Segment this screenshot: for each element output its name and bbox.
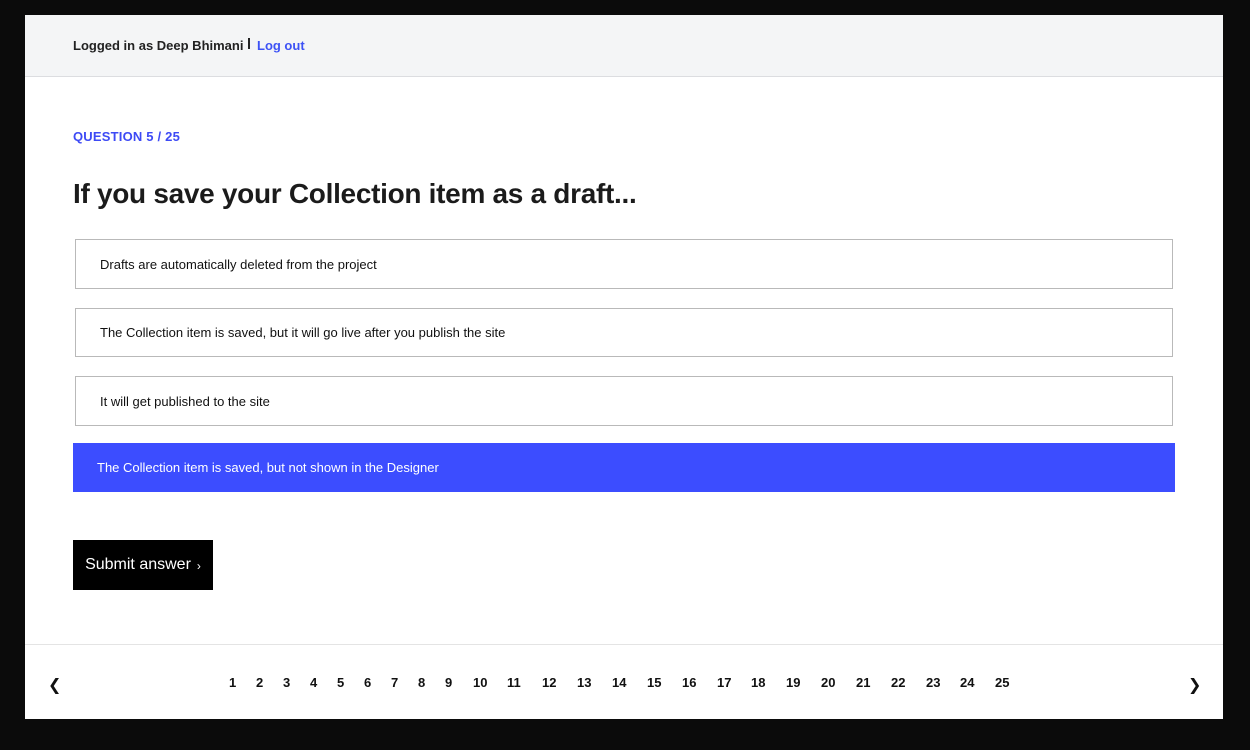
page-number-24[interactable]: 24	[960, 675, 974, 690]
page-number-13[interactable]: 13	[577, 675, 591, 690]
page-number-22[interactable]: 22	[891, 675, 905, 690]
submit-answer-button[interactable]: Submit answer ›	[73, 540, 213, 590]
next-arrow-icon[interactable]: ❯	[1188, 675, 1201, 695]
answer-option-2[interactable]: The Collection item is saved, but it wil…	[75, 308, 1173, 357]
answer-option-label: Drafts are automatically deleted from th…	[100, 256, 377, 272]
answer-option-label: It will get published to the site	[100, 393, 270, 409]
logged-in-label: Logged in as Deep Bhimani	[73, 38, 244, 53]
page-number-20[interactable]: 20	[821, 675, 835, 690]
answer-option-label: The Collection item is saved, but not sh…	[97, 460, 439, 475]
answer-option-4-selected[interactable]: The Collection item is saved, but not sh…	[73, 443, 1175, 492]
answer-option-label: The Collection item is saved, but it wil…	[100, 325, 506, 340]
quiz-window: Logged in as Deep Bhimani Log out QUESTI…	[25, 15, 1223, 719]
page-number-10[interactable]: 10	[473, 675, 487, 690]
page-number-8[interactable]: 8	[418, 675, 425, 690]
page-number-17[interactable]: 17	[717, 675, 731, 690]
answer-option-3[interactable]: It will get published to the site	[75, 376, 1173, 426]
page-number-14[interactable]: 14	[612, 675, 626, 690]
page-number-7[interactable]: 7	[391, 675, 398, 690]
prev-arrow-icon[interactable]: ❮	[48, 675, 61, 695]
submit-label: Submit answer	[85, 556, 191, 573]
page-number-5[interactable]: 5	[337, 675, 344, 690]
page-number-4[interactable]: 4	[310, 675, 317, 690]
page-number-9[interactable]: 9	[445, 675, 452, 690]
page-number-18[interactable]: 18	[751, 675, 765, 690]
page-number-23[interactable]: 23	[926, 675, 940, 690]
page-number-1[interactable]: 1	[229, 675, 236, 690]
page-number-15[interactable]: 15	[647, 675, 661, 690]
chevron-right-icon: ›	[196, 559, 201, 573]
answer-option-1[interactable]: Drafts are automatically deleted from th…	[75, 239, 1173, 289]
page-number-6[interactable]: 6	[364, 675, 371, 690]
logout-link[interactable]: Log out	[257, 38, 305, 53]
page-number-11[interactable]: 11	[507, 675, 521, 690]
page-number-21[interactable]: 21	[856, 675, 870, 690]
page-number-3[interactable]: 3	[283, 675, 290, 690]
page-number-12[interactable]: 12	[542, 675, 556, 690]
page-number-2[interactable]: 2	[256, 675, 263, 690]
page-number-16[interactable]: 16	[682, 675, 696, 690]
question-counter: QUESTION 5 / 25	[73, 129, 181, 144]
page-number-19[interactable]: 19	[786, 675, 800, 690]
question-title: If you save your Collection item as a dr…	[73, 178, 637, 209]
question-pagination: ❮ 1 2 3 4 5 6 7 8 9 10 11 12 13 14 15 16 17 18 19 20 21 22 23 2…	[25, 644, 1223, 719]
page-number-25[interactable]: 25	[995, 675, 1009, 690]
top-bar: Logged in as Deep Bhimani Log out	[25, 15, 1223, 77]
separator	[248, 38, 250, 49]
